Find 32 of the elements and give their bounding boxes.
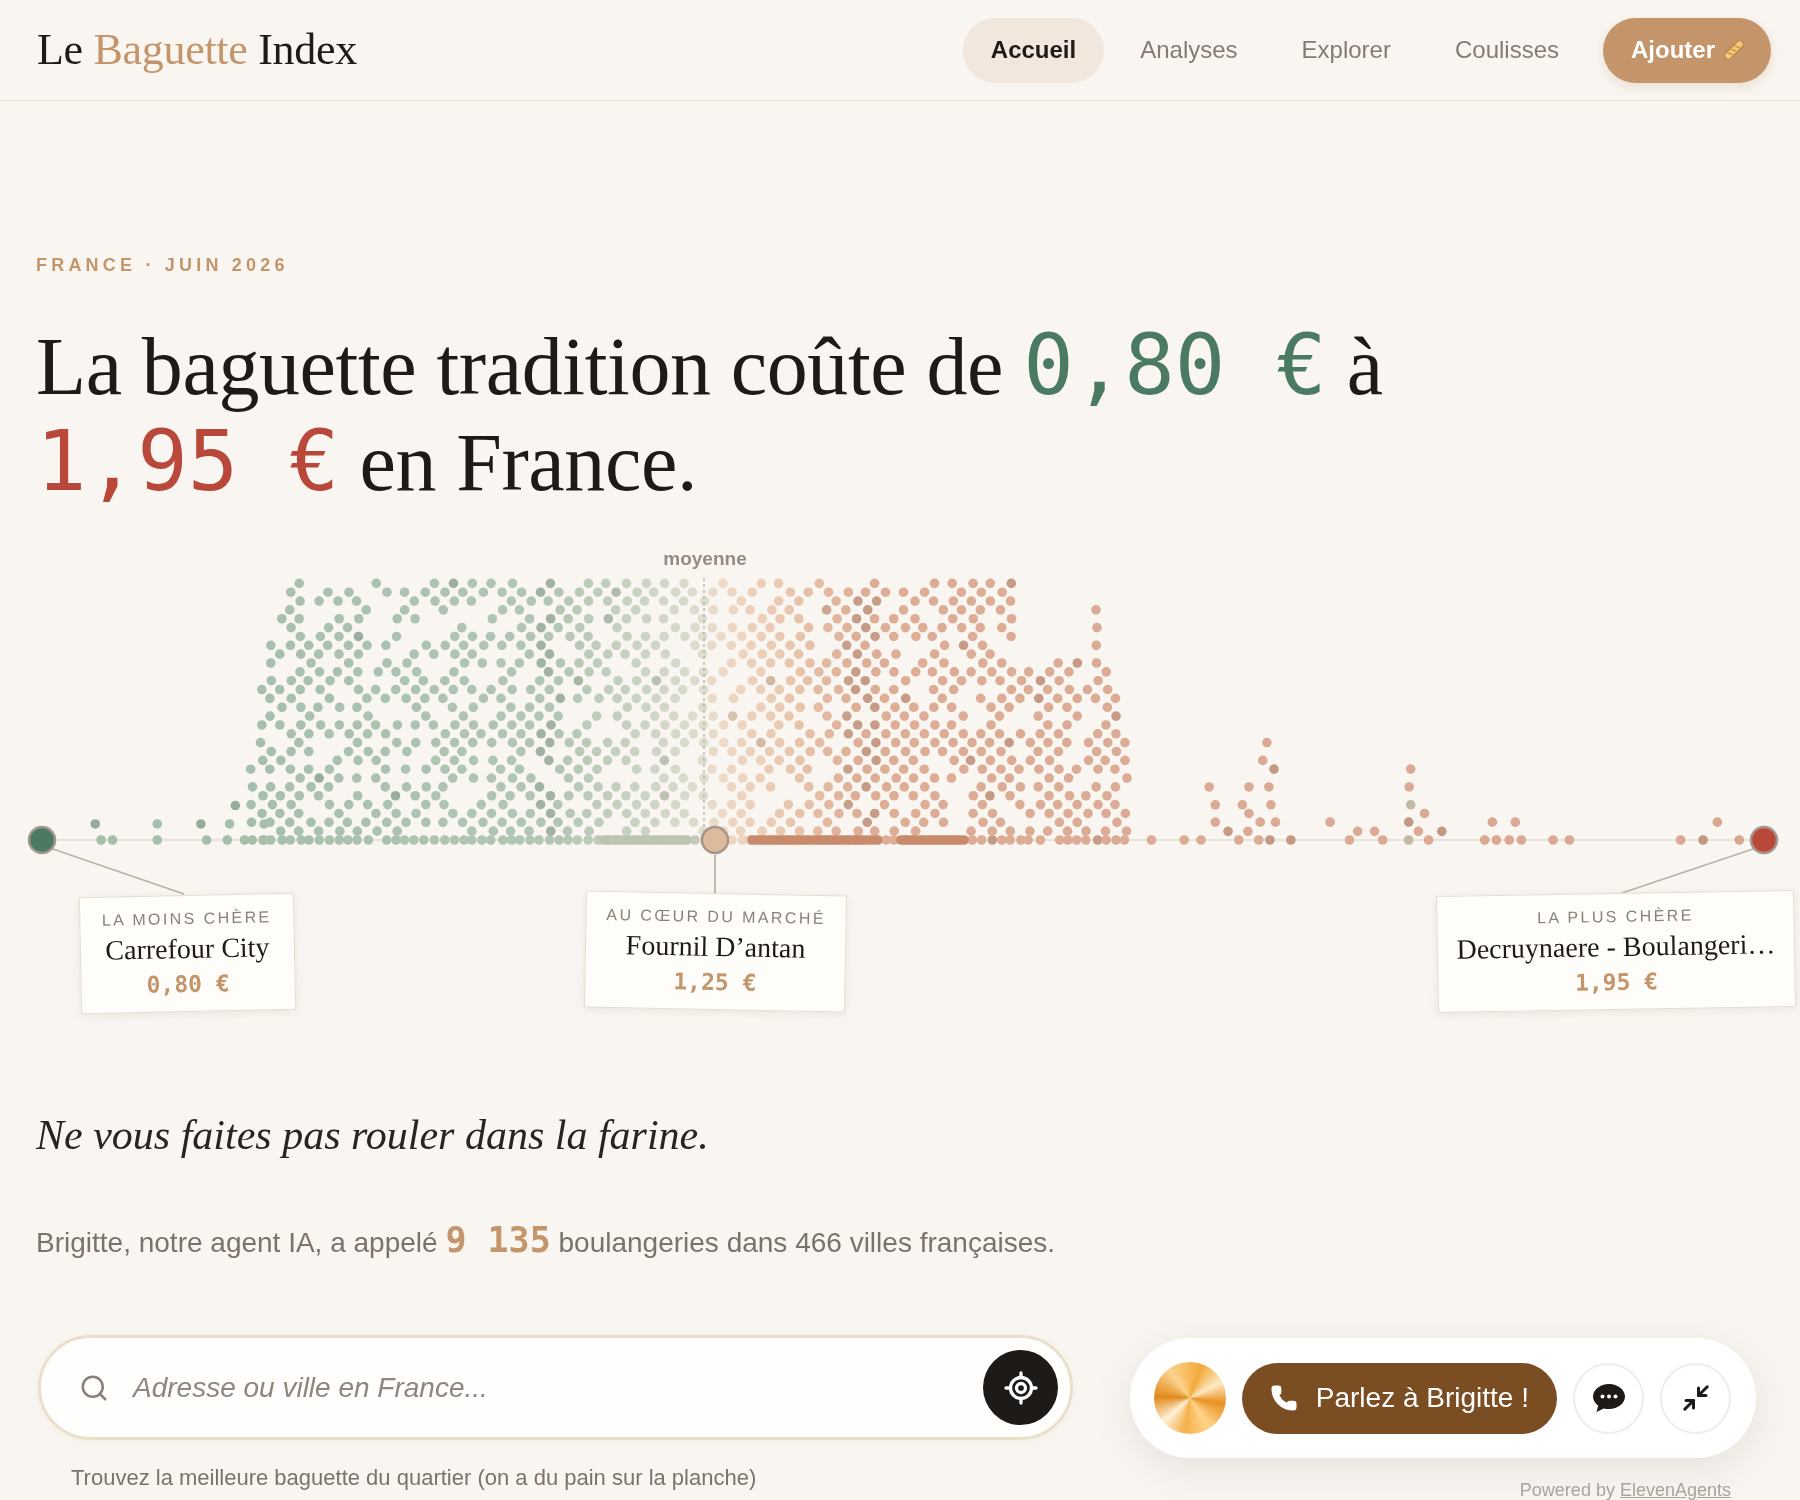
search-placeholder: Adresse ou ville en France... — [133, 1370, 489, 1405]
call-button[interactable]: Parlez à Brigitte ! — [1241, 1362, 1557, 1434]
leader-line — [714, 854, 716, 894]
nav-link[interactable]: Explorer — [1273, 17, 1419, 83]
search-hint: Trouvez la meilleure baguette du quartier (on a du pain sur la planche) — [71, 1464, 757, 1492]
powered-by-link[interactable]: ElevenAgents — [1619, 1480, 1731, 1500]
eyebrow-text: FRANCE · JUIN 2026 — [36, 254, 289, 276]
locate-icon — [1002, 1369, 1039, 1406]
nav-link[interactable]: Analyses — [1112, 17, 1266, 83]
bakery-name: Decruynaere - Boulangeri… — [1456, 927, 1776, 967]
stats-text: Brigitte, notre agent IA, a appelé 9 135 boulangeries dans 466 villes françaises. — [36, 1223, 1056, 1262]
site-logo[interactable]: Le Baguette Index — [37, 24, 357, 76]
headline: La baguette tradition coûte de 0,80 € à 1,95 € en France. — [36, 318, 1384, 510]
search-field[interactable]: Adresse ou ville en France... — [38, 1335, 1073, 1440]
card-label: LA PLUS CHÈRE — [1536, 905, 1694, 929]
bakery-name: Carrefour City — [105, 930, 270, 968]
locate-button[interactable] — [983, 1350, 1058, 1425]
phone-icon — [1269, 1384, 1298, 1412]
tagline: Ne vous faites pas rouler dans la farine. — [36, 1111, 709, 1160]
minimize-icon — [1680, 1383, 1711, 1413]
card-price: 1,95 € — [1574, 967, 1659, 998]
powered-by-text: Powered by ElevenAgents — [1519, 1480, 1731, 1500]
bakery-name: Fournil D’antan — [625, 928, 806, 966]
mean-label: moyenne — [663, 548, 747, 569]
chat-icon — [1591, 1383, 1626, 1413]
card-label: LA MOINS CHÈRE — [101, 907, 272, 931]
add-button[interactable]: Ajouter — [1603, 17, 1771, 83]
card-price: 1,25 € — [673, 967, 757, 998]
nav-link[interactable]: Accueil — [962, 17, 1105, 83]
card-label: AU CŒUR DU MARCHÉ — [606, 904, 827, 930]
card-price: 0,80 € — [146, 969, 230, 1000]
nav-link[interactable]: Coulisses — [1426, 17, 1587, 83]
